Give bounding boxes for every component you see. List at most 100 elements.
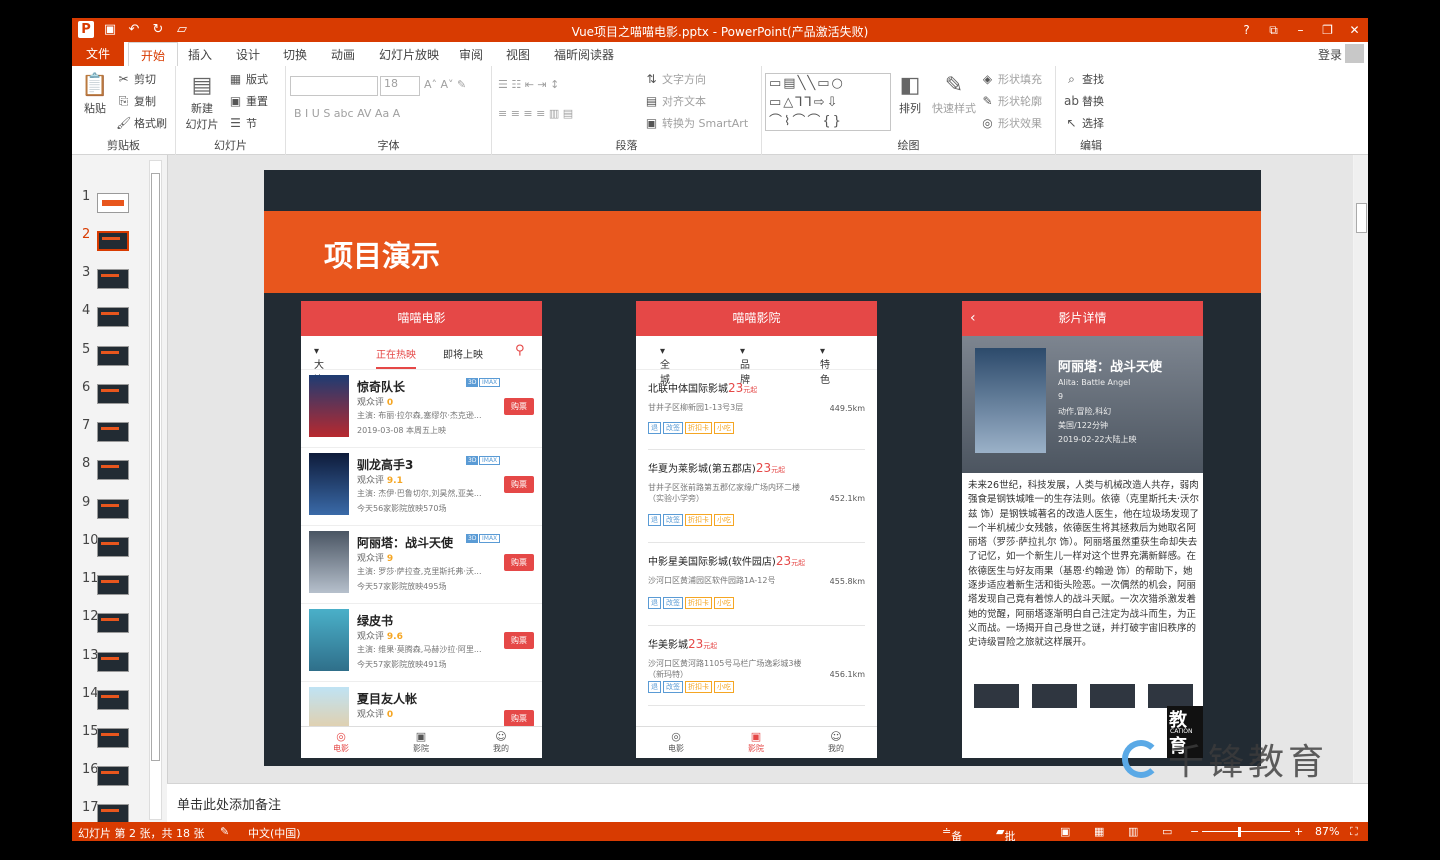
zoom-slider-thumb[interactable] xyxy=(1238,827,1241,837)
text-direction-button[interactable]: ⇅ 文字方向 xyxy=(644,71,706,87)
tab-animations[interactable]: 动画 xyxy=(331,46,355,63)
format-painter-button[interactable]: 🖌 格式刷 xyxy=(116,115,167,131)
buy-button: 购票 xyxy=(504,476,534,493)
shapes-gallery[interactable]: ▭▤╲╲▭○ ▭△⅂⅂⇨⇩ ⌒⌇⌒⌒{} xyxy=(765,73,891,131)
notes-placeholder[interactable]: 单击此处添加备注 xyxy=(177,794,281,813)
buy-button: 购票 xyxy=(504,554,534,571)
tab-now-showing: 正在热映 xyxy=(376,346,416,369)
select-button[interactable]: ↖ 选择 xyxy=(1064,115,1104,131)
language[interactable]: 中文(中国) xyxy=(248,825,301,841)
comments-button[interactable]: ▰ 批注 xyxy=(996,825,1015,841)
watermark-logo-icon xyxy=(1122,740,1160,778)
scrollbar-thumb[interactable] xyxy=(1356,203,1367,233)
zoom-out-icon[interactable]: − xyxy=(1190,825,1199,838)
tab-mine: ☺ 我的 xyxy=(481,730,521,754)
layout-button[interactable]: ▦ 版式 xyxy=(228,71,268,87)
sorter-view-icon[interactable]: ▦ xyxy=(1094,825,1104,838)
reset-button[interactable]: ▣ 重置 xyxy=(228,93,268,109)
new-slide-button[interactable]: ▤ 新建 幻灯片 xyxy=(182,72,222,132)
cut-button[interactable]: ✂ 剪切 xyxy=(116,71,156,87)
replace-button[interactable]: ab 替换 xyxy=(1064,93,1104,109)
scrollbar-thumb[interactable] xyxy=(151,173,160,761)
list-buttons[interactable]: ☰ ☷ ⇤ ⇥ ↕ xyxy=(498,78,559,91)
brush-icon: 🖌 xyxy=(116,115,132,130)
align-buttons[interactable]: ≡ ≡ ≡ ≡ ▥ ▤ xyxy=(498,107,573,120)
synopsis: 未来26世纪，科技发展，人类与机械改造人共存，弱肉强食是钢铁城唯一的生存法则。依… xyxy=(968,480,1200,649)
zoom-level[interactable]: 87% xyxy=(1315,825,1339,838)
copy-button[interactable]: ⎘ 复制 xyxy=(116,93,156,109)
avatar[interactable] xyxy=(1345,44,1364,63)
tab-review[interactable]: 审阅 xyxy=(459,46,483,63)
buy-button: 购票 xyxy=(504,632,534,649)
font-grow-shrink[interactable]: A˄ A˅ ✎ xyxy=(424,78,466,91)
film-icon: ◎ xyxy=(671,730,681,743)
text-direction-icon: ⇅ xyxy=(646,71,657,86)
tab-cinema: ▣ 影院 xyxy=(736,730,776,754)
help-icon[interactable]: ? xyxy=(1233,18,1260,42)
section-button[interactable]: ☰ 节 xyxy=(228,115,257,131)
tab-transitions[interactable]: 切换 xyxy=(283,46,307,63)
replace-icon: ab xyxy=(1064,93,1079,108)
find-button[interactable]: ⌕ 查找 xyxy=(1064,71,1104,87)
movie-subnav: 大连 ▾ 正在热映 即将上映 ⚲ xyxy=(301,336,542,386)
quick-style-button[interactable]: ✎ 快速样式 xyxy=(930,72,978,116)
tab-design[interactable]: 设计 xyxy=(236,46,260,63)
title-banner: 项目演示 xyxy=(264,211,1261,293)
login-link[interactable]: 登录 xyxy=(1318,46,1342,63)
font-name-input[interactable] xyxy=(290,76,378,96)
tab-insert[interactable]: 插入 xyxy=(188,46,212,63)
bottom-tabbar: ◎ 电影 ▣ 影院 ☺ 我的 xyxy=(301,726,542,758)
poster-image xyxy=(309,609,349,671)
align-text-button[interactable]: ▤ 对齐文本 xyxy=(644,93,706,109)
list-item: 中影星美国际影城(软件园店)23元起 沙河口区黄浦园区软件园路1A-12号 45… xyxy=(636,543,877,626)
restore-icon[interactable]: ❐ xyxy=(1314,18,1341,42)
group-label: 绘图 xyxy=(897,139,920,152)
paragraph-group: ☰ ☷ ⇤ ⇥ ↕ ≡ ≡ ≡ ≡ ▥ ▤ ⇅ 文字方向 ▤ 对齐文本 ▣ 转换为 S… xyxy=(492,66,762,155)
arrange-button[interactable]: ◧ 排列 xyxy=(892,72,928,116)
tab-file[interactable]: 文件 xyxy=(72,42,124,66)
slide[interactable]: 项目演示 喵喵电影 大连 ▾ 正在热映 即将上映 ⚲ 惊奇队长 3DIMAX 观… xyxy=(264,170,1261,766)
notes-pane[interactable]: 单击此处添加备注 xyxy=(167,783,1368,822)
paste-button[interactable]: 📋 粘贴 xyxy=(78,72,112,116)
list-item: 惊奇队长 3D IMAX 观众评 0 主演: 布丽·拉尔森,塞缪尔·杰克逊... … xyxy=(301,370,542,448)
slideshow-view-icon[interactable]: ▭ xyxy=(1162,825,1172,838)
bottom-tabbar: ◎ 电影 ▣ 影院 ☺ 我的 xyxy=(636,726,877,758)
notes-button[interactable]: ≐ 备注 xyxy=(942,825,962,841)
font-style-buttons[interactable]: B I U S abc AV Aa A xyxy=(294,107,400,120)
tab-slideshow[interactable]: 幻灯片放映 xyxy=(379,46,439,63)
powerpoint-window: P ▣ ↶ ↻ ▱ Vue项目之喵喵电影.pptx - PowerPoint(产… xyxy=(72,18,1368,841)
shape-fill-button[interactable]: ◈ 形状填充 xyxy=(980,71,1042,87)
thumbnail-scrollbar[interactable] xyxy=(149,160,162,820)
reading-view-icon[interactable]: ▥ xyxy=(1128,825,1138,838)
app-header: ‹ 影片详情 xyxy=(962,301,1203,336)
list-item: 华夏为莱影城(第五郡店)23元起 甘井子区张前路第五郡亿家缘广场内环二楼（实验小… xyxy=(636,450,877,543)
spellcheck-icon[interactable]: ✎ xyxy=(220,825,229,838)
binoculars-icon: ⌕ xyxy=(1068,71,1075,86)
movie-detail-screenshot: ‹ 影片详情 阿丽塔：战斗天使 Alita: Battle Angel 9 动作,… xyxy=(962,301,1203,758)
close-icon[interactable]: ✕ xyxy=(1341,18,1368,42)
shape-effect-button[interactable]: ◎ 形状效果 xyxy=(980,115,1042,131)
tab-movie: ◎ 电影 xyxy=(656,730,696,754)
cinema-icon: ▣ xyxy=(415,730,427,743)
zoom-slider[interactable] xyxy=(1202,831,1290,832)
tab-foxit[interactable]: 福昕阅读器 xyxy=(554,46,614,63)
layout-icon: ▦ xyxy=(229,71,242,86)
slide-title[interactable]: 项目演示 xyxy=(324,233,440,275)
drawing-group: ▭▤╲╲▭○ ▭△⅂⅂⇨⇩ ⌒⌇⌒⌒{} ◧ 排列 ✎ 快速样式 ◈ 形状填充 ✎ 形状轮廓… xyxy=(762,66,1056,155)
zoom-in-icon[interactable]: + xyxy=(1294,825,1303,838)
poster-image xyxy=(309,375,349,437)
stills-row xyxy=(974,684,1196,710)
minimize-icon[interactable]: – xyxy=(1287,18,1314,42)
font-size-input[interactable]: 18 xyxy=(380,76,420,96)
tab-home[interactable]: 开始 xyxy=(128,42,179,67)
tab-view[interactable]: 视图 xyxy=(506,46,530,63)
shape-outline-button[interactable]: ✎ 形状轮廓 xyxy=(980,93,1042,109)
normal-view-icon[interactable]: ▣ xyxy=(1060,825,1070,838)
slides-group: ▤ 新建 幻灯片 ▦ 版式 ▣ 重置 ☰ 节 幻灯片 xyxy=(176,66,286,155)
fit-slide-icon[interactable]: ⛶ xyxy=(1350,825,1358,839)
copy-icon: ⎘ xyxy=(118,93,129,108)
search-icon: ⚲ xyxy=(515,343,525,358)
slide-scrollbar[interactable] xyxy=(1354,155,1368,783)
smartart-button[interactable]: ▣ 转换为 SmartArt xyxy=(644,115,748,131)
ribbon-display-icon[interactable]: ⧉ xyxy=(1260,18,1287,42)
